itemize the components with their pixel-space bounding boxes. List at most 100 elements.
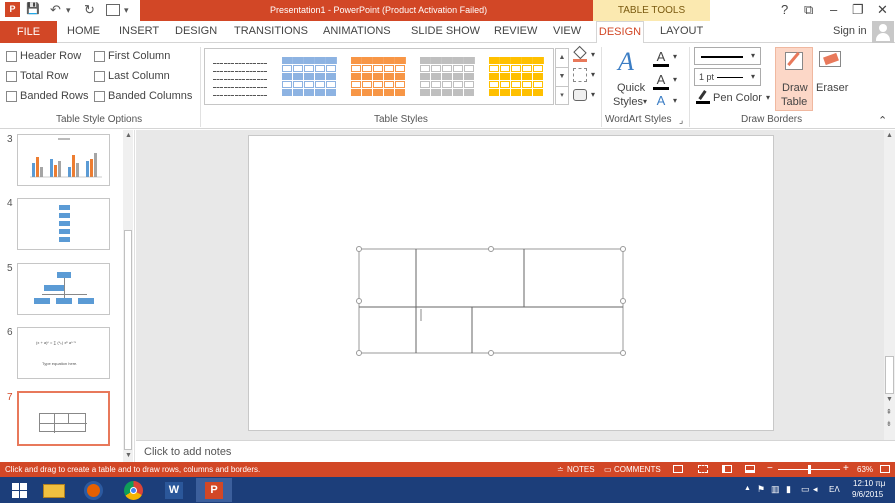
tab-design[interactable]: DESIGN [175,25,217,37]
gallery-scroll[interactable]: ▲ ▼ ▾ [555,48,569,105]
zoom-slider[interactable] [778,465,840,474]
pen-style-select[interactable]: ▾ [694,47,761,65]
table-style-thumb[interactable] [351,57,406,97]
text-outline-dropdown-icon[interactable]: ▾ [673,75,677,84]
thumbnail-scrollbar[interactable]: ▲ ▼ [123,130,133,462]
word-icon[interactable]: W [156,478,192,502]
undo-icon[interactable]: ↶ [50,2,61,18]
collapse-ribbon-icon[interactable]: ⌃ [878,114,887,127]
gallery-down-icon[interactable]: ▼ [556,68,568,87]
pen-color-dropdown-icon[interactable]: ▾ [766,93,770,102]
shading-icon[interactable] [573,45,587,62]
pen-color-icon[interactable] [696,90,710,104]
draw-table-label[interactable]: Draw [782,82,808,94]
powerpoint-taskbar-icon[interactable]: P [196,478,232,502]
pen-style-dropdown-icon[interactable]: ▾ [751,51,755,60]
notes-icon[interactable]: ≐ [557,465,564,474]
banded-rows-checkbox[interactable] [6,91,17,102]
slide-thumbnail[interactable] [17,134,110,186]
zoom-level[interactable]: 63% [857,465,873,474]
ribbon-display-options-button[interactable]: ⧉ [804,2,813,18]
notes-placeholder[interactable]: Click to add notes [144,446,231,458]
effects-icon[interactable] [573,89,587,101]
zoom-slider-thumb[interactable] [808,465,811,474]
file-explorer-icon[interactable] [36,478,72,502]
pen-weight-select[interactable]: 1 pt ▾ [694,68,761,86]
borders-dropdown-icon[interactable]: ▾ [591,70,595,79]
wordart-dialog-launcher-icon[interactable]: ⌟ [679,115,683,126]
undo-dropdown-icon[interactable]: ▾ [66,5,71,16]
table-style-thumb[interactable] [420,57,475,97]
gallery-up-icon[interactable]: ▲ [556,49,568,68]
fit-to-window-icon[interactable] [880,465,890,473]
tab-table-layout[interactable]: LAYOUT [660,25,703,37]
tab-transitions[interactable]: TRANSITIONS [234,25,308,37]
clock-time[interactable]: 12:10 πμ [853,479,885,488]
total-row-checkbox[interactable] [6,71,17,82]
quick-styles-dropdown-icon[interactable]: ▾ [643,97,647,106]
tab-animations[interactable]: ANIMATIONS [323,25,391,37]
borders-icon[interactable] [573,68,587,82]
customize-qat-icon[interactable]: ▾ [124,5,129,16]
draw-table-label[interactable]: Table [781,96,807,108]
chrome-icon[interactable] [116,478,152,502]
action-center-icon[interactable]: ⚑ [757,484,765,495]
first-column-checkbox[interactable] [94,51,105,62]
scroll-thumb[interactable] [124,230,132,450]
scroll-thumb[interactable] [885,356,894,394]
tab-file[interactable]: FILE [0,21,57,43]
eraser-label[interactable]: Eraser [816,82,848,94]
user-avatar-icon[interactable] [872,21,894,43]
slide-thumbnail[interactable]: (x + a)ⁿ = ∑ (ⁿₖ) xᵏ aⁿ⁻ᵏ Type equation … [17,327,110,379]
display-icon[interactable]: ▭ [801,484,810,495]
table-style-thumb[interactable] [489,57,544,97]
zoom-in-button[interactable]: + [843,463,849,474]
comments-button[interactable]: COMMENTS [614,465,661,474]
show-hidden-icons-icon[interactable]: ▲ [744,485,751,492]
eraser-icon[interactable] [819,51,841,67]
text-fill-dropdown-icon[interactable]: ▾ [673,52,677,61]
clock-date[interactable]: 9/6/2015 [852,490,883,499]
power-icon[interactable]: ▮ [786,484,791,495]
tab-slide-show[interactable]: SLIDE SHOW [411,25,480,37]
slide-scrollbar[interactable]: ▲ ▼ ⇞ ⇟ [884,130,895,440]
slide-show-icon[interactable] [745,465,755,473]
start-button-icon[interactable] [2,478,38,502]
table-style-thumb[interactable] [213,57,268,97]
tab-insert[interactable]: INSERT [119,25,159,37]
slide-thumbnail[interactable] [17,263,110,315]
firefox-icon[interactable] [76,478,112,502]
language-indicator[interactable]: ΕΛ [829,485,840,494]
text-effects-icon[interactable]: A [653,93,669,109]
current-slide[interactable] [248,135,774,431]
save-icon[interactable]: 💾 [26,2,40,15]
table-style-thumb[interactable] [282,57,337,97]
minimize-button[interactable]: – [830,2,837,17]
slide-thumbnail-selected[interactable] [17,391,110,446]
volume-icon[interactable]: ◂ [813,484,818,495]
slide-table[interactable] [249,136,775,432]
quick-styles-icon[interactable]: A [616,47,644,79]
text-outline-icon[interactable]: A [653,72,669,90]
slide-thumbnail[interactable] [17,198,110,250]
comments-icon[interactable]: ▭ [604,465,612,474]
slideshow-from-start-icon[interactable] [106,4,120,16]
gallery-more-icon[interactable]: ▾ [556,87,568,106]
tab-view[interactable]: VIEW [553,25,581,37]
last-column-checkbox[interactable] [94,71,105,82]
redo-icon[interactable]: ↻ [84,2,95,18]
tab-review[interactable]: REVIEW [494,25,537,37]
maximize-button[interactable]: ❐ [852,2,864,18]
text-fill-icon[interactable]: A [653,49,669,67]
banded-columns-checkbox[interactable] [94,91,105,102]
pen-color-label[interactable]: Pen Color [713,92,762,104]
text-effects-dropdown-icon[interactable]: ▾ [673,96,677,105]
notes-button[interactable]: NOTES [567,465,595,474]
slide-sorter-icon[interactable] [698,465,708,473]
network-icon[interactable]: ▥ [771,484,780,495]
close-button[interactable]: ✕ [877,2,888,18]
pen-weight-dropdown-icon[interactable]: ▾ [751,72,755,81]
zoom-out-button[interactable]: − [767,463,773,474]
help-button[interactable]: ? [781,2,788,17]
powerpoint-logo-icon[interactable]: P [5,2,20,17]
